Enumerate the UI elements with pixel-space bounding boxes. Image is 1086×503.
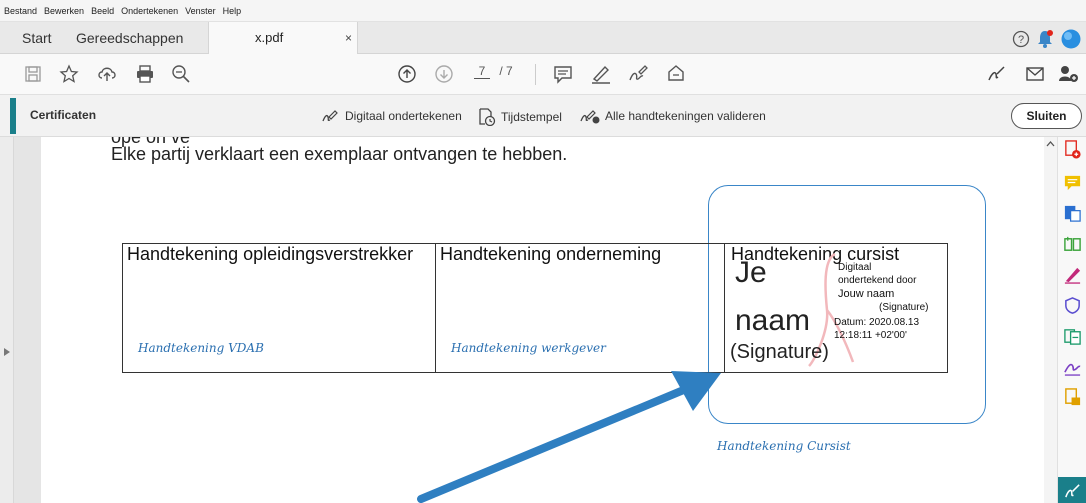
next-page-icon[interactable]: [433, 63, 455, 85]
timestamp-icon: [479, 108, 496, 126]
vertical-scrollbar[interactable]: [1044, 137, 1057, 503]
timestamp-label: Tijdstempel: [501, 110, 562, 124]
fill-sign-icon[interactable]: [1063, 265, 1082, 284]
certificates-title: Certificaten: [30, 108, 97, 122]
menu-bewerken[interactable]: Bewerken: [44, 6, 84, 16]
menu-bar: Bestand Bewerken Beeld Ondertekenen Vens…: [0, 0, 1086, 22]
signature-info-line1: Digitaal: [838, 262, 872, 273]
tab-document-label: x.pdf: [255, 30, 284, 45]
zoom-icon[interactable]: [170, 63, 192, 85]
save-icon[interactable]: [22, 63, 44, 85]
stamp-icon[interactable]: [665, 63, 687, 85]
document-viewport[interactable]: ope on ve Elke partij verklaart een exem…: [14, 137, 1057, 503]
menu-help[interactable]: Help: [223, 6, 242, 16]
scroll-up-icon[interactable]: [1046, 140, 1055, 147]
page-total: / 7: [499, 64, 513, 78]
page-number-input[interactable]: 7: [474, 64, 490, 79]
sign-pen-icon: [322, 110, 338, 122]
active-tool-certificates[interactable]: [1058, 477, 1086, 503]
tab-close-button[interactable]: ×: [345, 31, 352, 45]
organize-pages-icon[interactable]: [1063, 235, 1082, 254]
signed-signature-field[interactable]: Je naam (Signature) Digitaal ondertekend…: [725, 244, 947, 372]
comment-icon[interactable]: [552, 63, 574, 85]
signature-info-line6: 12:18:11 +02'00': [834, 330, 907, 341]
tab-start[interactable]: Start: [22, 22, 52, 54]
main-toolbar: 7 / 7: [0, 54, 1086, 95]
help-icon[interactable]: ?: [1012, 30, 1030, 48]
export-pdf-icon[interactable]: [1063, 204, 1082, 223]
upload-cloud-icon[interactable]: [96, 63, 118, 85]
mail-icon[interactable]: [1024, 63, 1046, 85]
protect-shield-icon[interactable]: [1063, 296, 1082, 315]
signature-field-vdab[interactable]: Handtekening VDAB: [138, 341, 264, 355]
signature-name-line2: naam: [735, 304, 811, 337]
bell-icon[interactable]: [1036, 29, 1054, 49]
arrow-annotation-icon: [417, 371, 721, 503]
menu-beeld[interactable]: Beeld: [91, 6, 114, 16]
signature-name-line3: (Signature): [730, 341, 829, 363]
signature-info-line4: (Signature): [879, 302, 929, 313]
timestamp-button[interactable]: Tijdstempel: [477, 108, 562, 126]
menu-bestand[interactable]: Bestand: [4, 6, 37, 16]
signature-name-line1: Je: [735, 256, 767, 289]
document-text-line: Elke partij verklaart een exemplaar ontv…: [111, 144, 568, 164]
sign-icon[interactable]: [627, 63, 649, 85]
page-indicator: 7 / 7: [474, 64, 513, 79]
close-certificates-button[interactable]: Sluiten: [1011, 103, 1082, 129]
profile-icon[interactable]: [1060, 28, 1082, 50]
print-icon[interactable]: [134, 63, 156, 85]
send-comments-icon[interactable]: [1063, 388, 1082, 407]
menu-venster[interactable]: Venster: [185, 6, 216, 16]
signature-info-line2: ondertekend door: [838, 275, 917, 286]
highlight-pen-icon[interactable]: [590, 63, 612, 85]
compare-files-icon[interactable]: [1063, 327, 1082, 346]
menu-ondertekenen[interactable]: Ondertekenen: [121, 6, 178, 16]
star-icon[interactable]: [58, 63, 80, 85]
pdf-page: ope on ve Elke partij verklaart een exem…: [41, 137, 1044, 503]
validate-signatures-button[interactable]: Alle handtekeningen valideren: [579, 108, 766, 124]
certificates-accent: [10, 98, 16, 134]
signature-info-line5: Datum: 2020.08.13: [834, 317, 920, 328]
digital-sign-label: Digitaal ondertekenen: [345, 109, 462, 123]
svg-text:?: ?: [1018, 34, 1024, 46]
tab-tools[interactable]: Gereedschappen: [76, 22, 183, 54]
request-signature-icon[interactable]: [1063, 357, 1082, 376]
tab-bar: Start Gereedschappen x.pdf × ?: [0, 22, 1086, 55]
validate-signatures-label: Alle handtekeningen valideren: [605, 109, 766, 123]
digital-sign-button[interactable]: Digitaal ondertekenen: [321, 108, 462, 124]
toolbar-divider: [535, 64, 536, 85]
signature-info-line3: Jouw naam: [838, 288, 895, 300]
previous-page-icon[interactable]: [396, 63, 418, 85]
certificates-tool-icon: [1065, 484, 1080, 498]
expand-arrow-icon[interactable]: [3, 347, 11, 357]
validate-pen-icon: [580, 110, 600, 124]
certificate-sign-icon[interactable]: [986, 63, 1008, 85]
add-user-icon[interactable]: [1058, 63, 1080, 85]
right-tools-panel: [1057, 137, 1086, 503]
tab-document[interactable]: x.pdf ×: [208, 22, 358, 55]
left-panel-toggle[interactable]: [0, 137, 14, 503]
comment-tool-icon[interactable]: [1063, 173, 1082, 192]
certificates-toolbar: Certificaten Digitaal ondertekenen Tijds…: [0, 95, 1086, 137]
create-pdf-icon[interactable]: [1063, 140, 1082, 159]
